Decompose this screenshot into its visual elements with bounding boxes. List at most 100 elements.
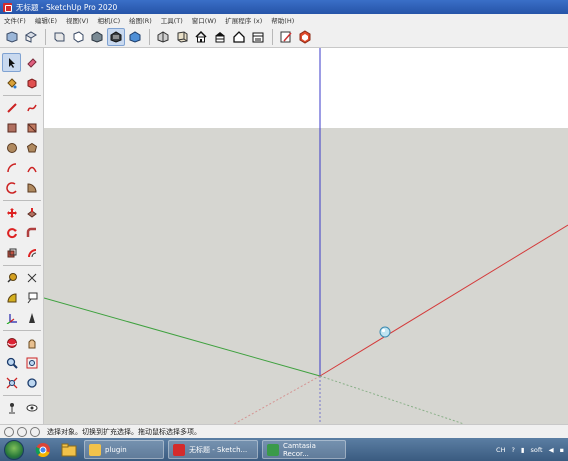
freehand-tool-icon[interactable] bbox=[22, 98, 41, 117]
menu-camera[interactable]: 相机(C) bbox=[98, 15, 121, 25]
zoom-extents-tool-icon[interactable] bbox=[2, 373, 21, 392]
windows-taskbar: plugin 无标题 - Sketch... Camtasia Recor...… bbox=[0, 438, 568, 461]
taskbar-plugin-button[interactable]: plugin bbox=[84, 440, 164, 459]
dimension-tool-icon[interactable] bbox=[22, 268, 41, 287]
bottom-view-icon[interactable] bbox=[126, 28, 144, 46]
polygon-tool-icon[interactable] bbox=[22, 138, 41, 157]
pan-tool-icon[interactable] bbox=[22, 333, 41, 352]
axes-tool-icon[interactable] bbox=[2, 308, 21, 327]
xray-style-icon[interactable] bbox=[154, 28, 172, 46]
rotated-rectangle-tool-icon[interactable] bbox=[22, 118, 41, 137]
previous-view-tool-icon[interactable] bbox=[22, 373, 41, 392]
language-indicator[interactable]: CH bbox=[496, 446, 505, 454]
toolbar-separator bbox=[149, 28, 150, 45]
select-tool-icon[interactable] bbox=[2, 53, 21, 72]
3d-text-tool-icon[interactable] bbox=[22, 308, 41, 327]
line-tool-icon[interactable] bbox=[2, 98, 21, 117]
right-view-icon[interactable] bbox=[69, 28, 87, 46]
top-view-icon[interactable] bbox=[22, 28, 40, 46]
three-point-arc-tool-icon[interactable] bbox=[2, 178, 21, 197]
zoom-tool-icon[interactable] bbox=[2, 353, 21, 372]
red-axis-negative bbox=[233, 375, 321, 424]
arc-tool-icon[interactable] bbox=[2, 158, 21, 177]
house-style-icon[interactable] bbox=[192, 28, 210, 46]
tool-palette bbox=[0, 48, 44, 424]
eraser-tool-icon[interactable] bbox=[22, 53, 41, 72]
two-point-arc-tool-icon[interactable] bbox=[22, 158, 41, 177]
text-tool-icon[interactable] bbox=[22, 288, 41, 307]
taskbar-camtasia-button[interactable]: Camtasia Recor... bbox=[262, 440, 346, 459]
chrome-icon[interactable] bbox=[32, 440, 54, 460]
volume-icon[interactable]: ◀ bbox=[549, 446, 554, 454]
rotate-tool-icon[interactable] bbox=[2, 223, 21, 242]
status-bar: 选择对象。切换到扩充选择。拖动鼠标选择多项。 bbox=[0, 424, 568, 438]
views-styles-toolbar bbox=[0, 26, 568, 48]
protractor-tool-icon[interactable] bbox=[2, 288, 21, 307]
menu-file[interactable]: 文件(F) bbox=[4, 15, 26, 25]
credits-icon[interactable] bbox=[17, 426, 27, 437]
show-desktop-icon[interactable]: ▪ bbox=[560, 446, 564, 454]
push-pull-tool-icon[interactable] bbox=[22, 203, 41, 222]
help-icon[interactable]: ? bbox=[511, 446, 514, 454]
move-tool-icon[interactable] bbox=[2, 203, 21, 222]
follow-me-tool-icon[interactable] bbox=[22, 223, 41, 242]
house-lines-style-icon[interactable] bbox=[211, 28, 229, 46]
green-axis-negative bbox=[319, 375, 465, 424]
taskbar-button-label: 无标题 - Sketch... bbox=[189, 445, 248, 454]
scale-tool-icon[interactable] bbox=[2, 243, 21, 262]
geo-location-icon[interactable] bbox=[4, 426, 14, 437]
folder-icon bbox=[89, 443, 101, 456]
look-around-tool-icon[interactable] bbox=[22, 398, 41, 417]
offset-tool-icon[interactable] bbox=[22, 243, 41, 262]
tape-measure-tool-icon[interactable] bbox=[2, 268, 21, 287]
window-title: 无标题 - SketchUp Pro 2020 bbox=[16, 2, 118, 12]
tray-user-label[interactable]: soft bbox=[531, 446, 543, 454]
position-camera-tool-icon[interactable] bbox=[2, 398, 21, 417]
front-view-icon[interactable] bbox=[50, 28, 68, 46]
menu-extensions[interactable]: 扩展程序 (x) bbox=[225, 15, 262, 25]
house-outline-style-icon[interactable] bbox=[230, 28, 248, 46]
model-axes bbox=[44, 48, 568, 424]
palette-separator bbox=[3, 265, 41, 266]
left-view-icon[interactable] bbox=[107, 27, 125, 46]
menu-window[interactable]: 窗口(W) bbox=[192, 15, 217, 25]
edit-style-icon[interactable] bbox=[277, 28, 295, 46]
rectangle-tool-icon[interactable] bbox=[2, 118, 21, 137]
explorer-icon[interactable] bbox=[58, 440, 80, 460]
start-button-icon[interactable] bbox=[4, 439, 24, 460]
palette-separator bbox=[3, 330, 41, 331]
menu-edit[interactable]: 编辑(E) bbox=[35, 15, 57, 25]
toolbar-separator bbox=[45, 28, 46, 45]
extension-icon[interactable] bbox=[296, 28, 314, 46]
help-circle-icon[interactable] bbox=[30, 426, 40, 437]
sketchup-app-icon bbox=[3, 2, 12, 12]
orbit-tool-icon[interactable] bbox=[2, 333, 21, 352]
taskbar-button-label: Camtasia Recor... bbox=[283, 441, 316, 458]
network-icon[interactable]: ▮ bbox=[521, 446, 525, 454]
taskbar-sketchup-button[interactable]: 无标题 - Sketch... bbox=[168, 440, 258, 459]
palette-separator bbox=[3, 200, 41, 201]
menu-view[interactable]: 视图(V) bbox=[66, 15, 89, 25]
menu-tools[interactable]: 工具(T) bbox=[161, 15, 183, 25]
circle-tool-icon[interactable] bbox=[2, 138, 21, 157]
pie-tool-icon[interactable] bbox=[22, 178, 41, 197]
drawing-viewport[interactable] bbox=[44, 48, 568, 424]
menu-bar: 文件(F) 编辑(E) 视图(V) 相机(C) 绘图(R) 工具(T) 窗口(W… bbox=[0, 14, 568, 26]
toolbar-separator bbox=[272, 28, 273, 45]
wireframe-style-icon[interactable] bbox=[173, 28, 191, 46]
zoom-window-tool-icon[interactable] bbox=[22, 353, 41, 372]
taskbar-button-label: plugin bbox=[105, 445, 127, 454]
title-bar: 无标题 - SketchUp Pro 2020 bbox=[0, 0, 568, 14]
palette-separator bbox=[3, 395, 41, 396]
make-component-tool-icon[interactable] bbox=[22, 73, 41, 92]
palette-separator bbox=[3, 95, 41, 96]
system-tray: CH ? ▮ soft ◀ ▪ bbox=[490, 438, 568, 461]
monochrome-style-icon[interactable] bbox=[249, 28, 267, 46]
sketchup-icon bbox=[173, 443, 185, 456]
menu-draw[interactable]: 绘图(R) bbox=[129, 15, 152, 25]
iso-view-icon[interactable] bbox=[3, 28, 21, 46]
paint-bucket-tool-icon[interactable] bbox=[2, 73, 21, 92]
back-view-icon[interactable] bbox=[88, 28, 106, 46]
menu-help[interactable]: 帮助(H) bbox=[271, 15, 294, 25]
green-axis bbox=[44, 297, 321, 377]
